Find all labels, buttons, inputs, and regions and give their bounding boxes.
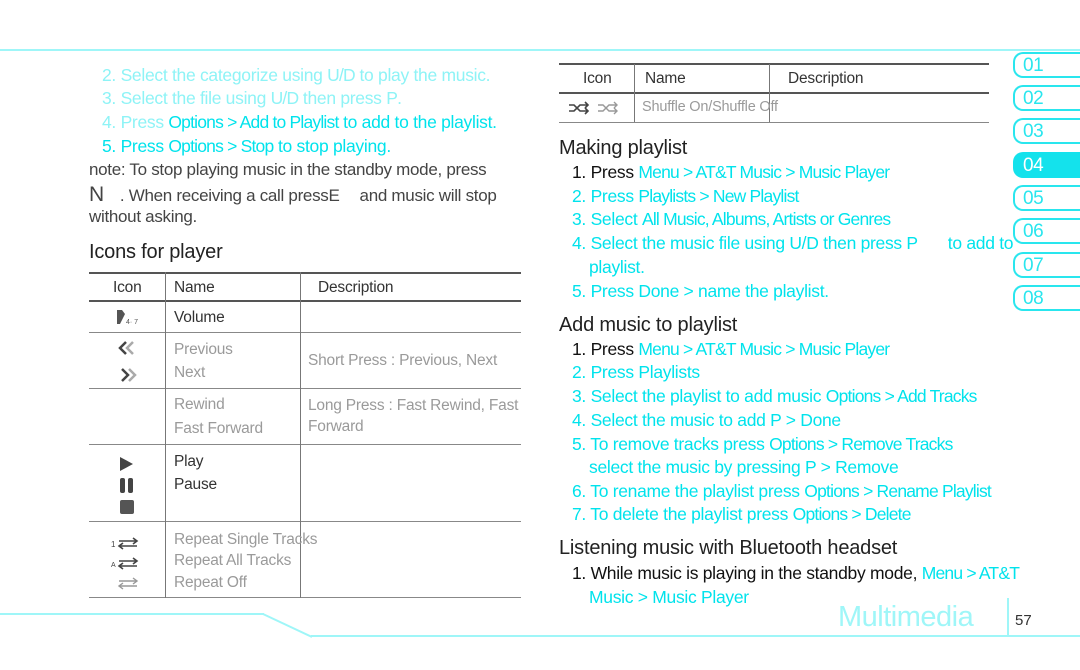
bluetooth-step-1-cont: Music > Music Player [589, 587, 749, 607]
repeat-all-icon: A [111, 557, 139, 570]
play-icon [120, 457, 133, 471]
chapter-tab-03[interactable]: 03 [1013, 118, 1080, 144]
note-line-2: N. When receiving a call pressE and music… [89, 183, 497, 206]
bluetooth-heading: Listening music with Bluetooth headset [559, 537, 898, 559]
right-table-header-name: Name [645, 70, 686, 87]
note-line-1: note: To stop playing music in the stand… [89, 160, 487, 179]
left-step-4: 4. Press Options > Add to Playlist to ad… [102, 112, 497, 132]
table-row-border [89, 332, 521, 333]
stop-icon [120, 500, 134, 514]
making-step-5: 5. Press Done > name the playlist. [572, 281, 829, 301]
right-table-header-border [559, 92, 989, 94]
table-header-name: Name [174, 279, 215, 296]
svg-text:4· 7: 4· 7 [126, 319, 138, 326]
table-cell-description: Long Press : Fast Rewind, Fast [308, 397, 519, 414]
add-step-6: 6. To rename the playlist press Options … [572, 481, 992, 501]
table-col-divider [300, 272, 301, 598]
making-step-1: 1. Press Menu > AT&T Music > Music Playe… [572, 162, 890, 182]
table-header-description: Description [318, 279, 394, 296]
table-header-icon: Icon [113, 279, 142, 296]
svg-text:A: A [111, 562, 116, 569]
table-cell-name: Next [174, 364, 206, 381]
table-row-border [89, 388, 521, 389]
table-cell-name: Repeat All Tracks [174, 552, 292, 569]
table-top-border [89, 272, 521, 274]
page-number: 57 [1015, 612, 1032, 629]
making-step-4: 4. Select the music file using U/D then … [572, 233, 1014, 253]
bottom-rule-slope [262, 613, 313, 638]
chapter-tab-07[interactable]: 07 [1013, 252, 1080, 278]
table-cell-name: Previous [174, 341, 233, 358]
table-bottom-border [89, 597, 521, 598]
table-row-border [89, 521, 521, 522]
chapter-tab-05[interactable]: 05 [1013, 185, 1080, 211]
right-table-top-border [559, 63, 989, 65]
left-step-2: 2. Select the categorize using U/D to pl… [102, 65, 491, 85]
left-step-5: 5. Press Options > Stop to stop playing. [102, 136, 391, 156]
add-music-heading: Add music to playlist [559, 314, 738, 336]
making-step-4-cont: playlist. [589, 257, 645, 277]
note-line-3: without asking. [89, 207, 197, 226]
footer-divider [1007, 598, 1009, 636]
chapter-tab-02[interactable]: 02 [1013, 85, 1080, 111]
repeat-single-icon: 1 [111, 537, 139, 550]
right-table-bottom-border [559, 122, 989, 123]
bottom-rule-right [311, 635, 1080, 637]
right-table-cell-name: Shuffle On/Shuffle Off [642, 99, 778, 115]
previous-icon [118, 341, 134, 355]
add-step-2: 2. Press Playlists [572, 362, 700, 382]
table-cell-name: Pause [174, 476, 217, 493]
chapter-tab-04[interactable]: 04 [1013, 152, 1080, 178]
chapter-tab-08[interactable]: 08 [1013, 285, 1080, 311]
add-step-3: 3. Select the playlist to add music Opti… [572, 386, 977, 406]
making-step-3: 3. Select All Music, Albums, Artists or … [572, 209, 891, 229]
table-row-border [89, 444, 521, 445]
table-cell-name: Rewind [174, 396, 225, 413]
table-cell-name: Fast Forward [174, 420, 263, 437]
shuffle-icon [569, 101, 618, 115]
table-header-border [89, 300, 521, 302]
pause-icon [120, 478, 133, 493]
bluetooth-step-1: 1. While music is playing in the standby… [572, 563, 1020, 583]
footer-section-title: Multimedia [838, 601, 974, 633]
table-cell-name: Play [174, 453, 204, 470]
table-cell-description: Short Press : Previous, Next [308, 352, 498, 369]
table-cell-name: Repeat Off [174, 574, 247, 591]
repeat-off-icon [117, 577, 139, 590]
making-playlist-heading: Making playlist [559, 137, 688, 159]
table-cell-name: Repeat Single Tracks [174, 531, 318, 548]
chapter-tab-06[interactable]: 06 [1013, 218, 1080, 244]
add-step-1: 1. Press Menu > AT&T Music > Music Playe… [572, 339, 890, 359]
left-step-3: 3. Select the file using U/D then press … [102, 88, 402, 108]
chapter-tab-01[interactable]: 01 [1013, 52, 1080, 78]
table-col-divider [165, 272, 166, 598]
add-step-4: 4. Select the music to add P > Done [572, 410, 841, 430]
making-step-2: 2. Press Playlists > New Playlist [572, 186, 799, 206]
add-step-5: 5. To remove tracks press Options > Remo… [572, 434, 953, 454]
right-table-header-icon: Icon [583, 70, 612, 87]
table-cell-description: Forward [308, 418, 364, 435]
right-table-header-description: Description [788, 70, 864, 87]
table-cell-name: Volume [174, 309, 225, 326]
icons-heading: Icons for player [89, 241, 223, 263]
svg-text:1: 1 [111, 540, 116, 549]
right-table-col-divider [634, 64, 635, 122]
next-icon [121, 368, 137, 382]
bottom-rule-left [0, 613, 264, 615]
top-rule [0, 49, 1080, 51]
volume-icon: 4· 7 [117, 310, 138, 326]
add-step-7: 7. To delete the playlist press Options … [572, 504, 911, 524]
add-step-5-cont: select the music by pressing P > Remove [589, 457, 899, 477]
